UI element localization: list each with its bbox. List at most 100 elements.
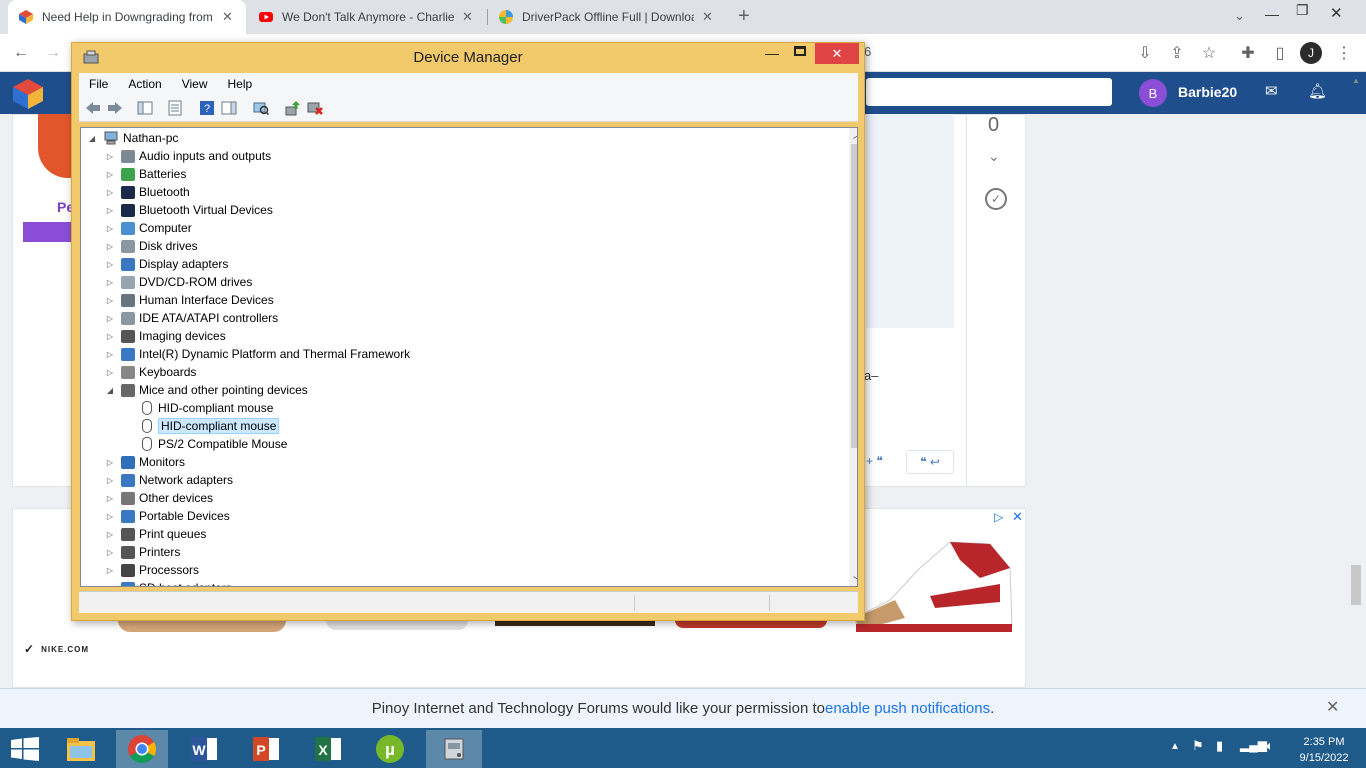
tree-device[interactable]: HID-compliant mouse <box>139 417 280 435</box>
forward-arrow-icon[interactable] <box>107 100 123 116</box>
menu-view[interactable]: View <box>172 77 218 91</box>
battery-tray-icon[interactable]: ▮ <box>1216 738 1223 754</box>
help-icon[interactable]: ? <box>199 100 215 116</box>
scroll-up-arrow-icon[interactable]: ▲ <box>1352 76 1360 85</box>
tree-category[interactable]: ▷ Network adapters <box>105 471 233 489</box>
menu-action[interactable]: Action <box>118 77 171 91</box>
install-app-icon[interactable]: ⇩ <box>1134 42 1156 64</box>
uninstall-device-icon[interactable] <box>307 100 323 116</box>
close-icon[interactable]: ✕ <box>1326 697 1339 717</box>
expand-arrow-icon[interactable]: ▷ <box>105 242 115 251</box>
windows-start-icon[interactable] <box>11 737 39 761</box>
minimize-icon[interactable]: — <box>765 45 779 61</box>
tree-category[interactable]: ▷ IDE ATA/ATAPI controllers <box>105 309 278 327</box>
tree-category[interactable]: ▷ Portable Devices <box>105 507 230 525</box>
tree-category[interactable]: ▷ Other devices <box>105 489 213 507</box>
expand-arrow-icon[interactable]: ▷ <box>105 512 115 521</box>
tree-category[interactable]: ▷ Printers <box>105 543 180 561</box>
close-icon[interactable]: ✕ <box>702 9 713 25</box>
tree-category[interactable]: ▷ Human Interface Devices <box>105 291 274 309</box>
expand-arrow-icon[interactable]: ▷ <box>105 350 115 359</box>
minimize-icon[interactable]: — <box>1265 6 1279 22</box>
menu-help[interactable]: Help <box>218 77 263 91</box>
expand-arrow-icon[interactable]: ▷ <box>105 476 115 485</box>
bookmark-star-icon[interactable]: ☆ <box>1198 42 1220 64</box>
wifi-signal-icon[interactable]: ▂▄▆ <box>1240 738 1267 752</box>
tree-category[interactable]: ▷ Processors <box>105 561 199 579</box>
page-scrollbar-thumb[interactable] <box>1351 565 1361 605</box>
expand-arrow-icon[interactable]: ▷ <box>105 566 115 575</box>
side-panel-icon[interactable]: ▯ <box>1269 42 1291 64</box>
multiquote-icon[interactable]: + ❝ <box>866 454 883 468</box>
expand-arrow-icon[interactable]: ▷ <box>105 260 115 269</box>
accept-answer-icon[interactable]: ✓ <box>985 188 1007 210</box>
chevron-down-icon[interactable]: ⌄ <box>988 148 1000 165</box>
tree-category[interactable]: ▷ Computer <box>105 219 192 237</box>
bell-icon[interactable]: 🔔︎ <box>1308 82 1327 100</box>
profile-avatar[interactable]: J <box>1300 42 1322 64</box>
tree-scrollbar-thumb[interactable] <box>851 144 857 448</box>
tree-category[interactable]: ▷ DVD/CD-ROM drives <box>105 273 252 291</box>
enable-push-link[interactable]: enable push notifications <box>825 700 990 717</box>
close-window-icon[interactable]: ✕ <box>1330 4 1343 22</box>
tree-category[interactable]: ▷ Monitors <box>105 453 185 471</box>
scroll-down-arrow-icon[interactable]: ﹀ <box>853 574 857 586</box>
expand-arrow-icon[interactable]: ▷ <box>105 188 115 197</box>
tab-need-help[interactable]: Need Help in Downgrading from ✕ <box>8 0 246 34</box>
tree-category[interactable]: ▷ Print queues <box>105 525 206 543</box>
taskbar-word[interactable]: W <box>178 730 230 768</box>
expand-arrow-icon[interactable]: ▷ <box>105 170 115 179</box>
more-menu-icon[interactable]: ⋮ <box>1333 42 1355 64</box>
share-icon[interactable]: ⇪ <box>1166 42 1188 64</box>
expand-arrow-icon[interactable]: ▷ <box>105 530 115 539</box>
expand-arrow-icon[interactable]: ▷ <box>105 224 115 233</box>
speaker-tray-icon[interactable]: 🔈︎ <box>1266 738 1274 754</box>
tab-driverpack[interactable]: DriverPack Offline Full | Downloa ✕ <box>488 0 726 34</box>
forum-search-input[interactable] <box>866 78 1112 106</box>
show-action-pane-icon[interactable] <box>221 100 237 116</box>
tree-category[interactable]: ▷ Intel(R) Dynamic Platform and Thermal F… <box>105 345 410 363</box>
taskbar-clock[interactable]: 2:35 PM 9/15/2022 <box>1286 734 1362 766</box>
close-icon[interactable]: ✕ <box>462 9 473 25</box>
user-avatar[interactable]: B <box>1139 79 1167 107</box>
taskbar-file-explorer[interactable] <box>55 730 107 768</box>
tree-category[interactable]: ▷ Display adapters <box>105 255 228 273</box>
tree-category[interactable]: ▷ Batteries <box>105 165 186 183</box>
device-tree[interactable]: ◢ Nathan-pc ▷ Audio inputs and outputs ▷ Ba… <box>80 127 858 587</box>
expand-arrow-icon[interactable]: ▷ <box>105 152 115 161</box>
action-center-flag-icon[interactable]: ⚑ <box>1192 738 1204 754</box>
expand-arrow-icon[interactable]: ▷ <box>105 332 115 341</box>
close-icon[interactable]: ✕ <box>222 9 233 25</box>
expand-arrow-icon[interactable]: ▷ <box>105 458 115 467</box>
taskbar-chrome[interactable] <box>116 730 168 768</box>
menu-file[interactable]: File <box>79 77 118 91</box>
taskbar-device-manager[interactable] <box>426 730 482 768</box>
expand-arrow-icon[interactable]: ▷ <box>105 278 115 287</box>
back-arrow-icon[interactable]: ← <box>10 42 32 64</box>
adchoices-icon[interactable]: ▷ <box>994 510 1003 524</box>
expand-arrow-icon[interactable]: ▷ <box>105 584 115 587</box>
forum-logo[interactable] <box>10 76 46 112</box>
collapse-arrow-icon[interactable]: ◢ <box>87 134 97 143</box>
scroll-up-arrow-icon[interactable]: ︿ <box>853 128 857 141</box>
expand-arrow-icon[interactable]: ▷ <box>105 368 115 377</box>
tree-category[interactable]: ▷ SD host adapters <box>105 579 232 587</box>
show-hide-console-tree-icon[interactable] <box>137 100 153 116</box>
reply-quote-icon[interactable]: ❝ ↩ <box>906 450 954 474</box>
tab-search-icon[interactable]: ⌄ <box>1234 8 1245 24</box>
scan-hardware-icon[interactable] <box>253 100 269 116</box>
expand-arrow-icon[interactable]: ▷ <box>105 494 115 503</box>
tree-device[interactable]: PS/2 Compatible Mouse <box>139 435 287 453</box>
tree-category[interactable]: ▷ Imaging devices <box>105 327 226 345</box>
close-ad-icon[interactable]: ✕ <box>1012 509 1023 525</box>
maximize-icon[interactable] <box>794 46 806 56</box>
tree-category[interactable]: ▷ Disk drives <box>105 237 198 255</box>
new-tab-button[interactable]: + <box>738 5 750 28</box>
tree-category[interactable]: ▷ Audio inputs and outputs <box>105 147 271 165</box>
expand-arrow-icon[interactable]: ▷ <box>105 296 115 305</box>
tab-youtube[interactable]: We Don't Talk Anymore - Charlie ✕ <box>248 0 486 34</box>
taskbar-excel[interactable]: X <box>302 730 354 768</box>
tree-category[interactable]: ▷ Bluetooth Virtual Devices <box>105 201 273 219</box>
tree-root[interactable]: ◢ Nathan-pc <box>87 129 178 147</box>
username[interactable]: Barbie20 <box>1178 84 1237 100</box>
